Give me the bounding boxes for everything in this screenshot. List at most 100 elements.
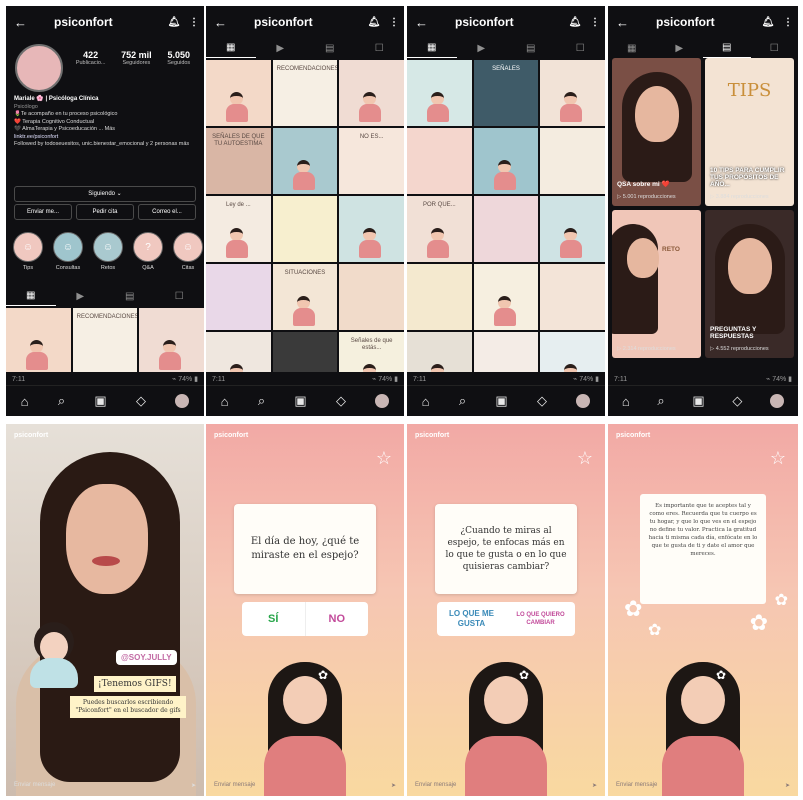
post-tile[interactable] xyxy=(540,60,605,126)
mention-sticker[interactable]: @SOY.JULLY xyxy=(116,650,177,665)
shop-icon[interactable]: ◇ xyxy=(336,393,346,409)
send-icon[interactable]: ➤ xyxy=(191,782,196,789)
reels-icon[interactable]: ▣ xyxy=(692,393,704,409)
post-tile[interactable]: POR QUE... xyxy=(407,196,472,262)
tab-reels-icon[interactable]: ▶ xyxy=(56,291,106,302)
post-tile[interactable]: SEÑALES xyxy=(473,60,539,126)
post-tile[interactable] xyxy=(6,308,71,374)
post-tile[interactable] xyxy=(206,264,271,330)
post-tile[interactable] xyxy=(473,128,539,194)
reels-icon[interactable]: ▣ xyxy=(94,393,106,409)
tab-tagged-icon[interactable]: ☐ xyxy=(751,43,799,54)
stat-posts[interactable]: 422 Publicacio... xyxy=(76,50,106,66)
post-tile[interactable] xyxy=(339,196,404,262)
post-tile[interactable] xyxy=(473,196,539,262)
story-username[interactable]: psiconfort xyxy=(616,432,650,439)
post-tile[interactable]: RECOMENDACIONES xyxy=(272,60,338,126)
stat-following[interactable]: 5.050 Seguidos xyxy=(167,50,190,66)
bell-icon[interactable]: 🔔︎ xyxy=(364,17,384,28)
post-tile[interactable] xyxy=(206,60,271,126)
post-tile[interactable] xyxy=(272,196,338,262)
post-tile[interactable] xyxy=(272,128,338,194)
home-icon[interactable]: ⌂ xyxy=(422,394,430,409)
highlight-qa[interactable]: ? Q&A xyxy=(132,232,164,271)
reply-bar[interactable]: Enviar mensaje ➤ xyxy=(214,778,396,792)
post-tile[interactable] xyxy=(473,264,539,330)
reply-bar[interactable]: Enviar mensaje ➤ xyxy=(616,778,790,792)
following-button[interactable]: Siguiendo ⌄ xyxy=(14,186,196,202)
story-username[interactable]: psiconfort xyxy=(415,432,449,439)
search-icon[interactable]: ⌕ xyxy=(459,393,466,409)
shop-icon[interactable]: ◇ xyxy=(136,393,146,409)
post-tile[interactable] xyxy=(407,264,472,330)
tab-grid-icon[interactable]: ▦ xyxy=(6,286,56,306)
bio-link[interactable]: linktr.ee/psiconfort xyxy=(14,134,58,140)
post-tile[interactable] xyxy=(540,264,605,330)
post-tile[interactable]: SEÑALES DE QUE TU AUTOESTIMA xyxy=(206,128,271,194)
tab-grid-icon[interactable]: ▦ xyxy=(608,43,656,54)
reel-tile[interactable]: TIPS 10 TIPS PARA CUMPLIR TUS PROPÓSITOS… xyxy=(705,58,794,206)
profile-avatar-icon[interactable] xyxy=(375,394,390,408)
more-icon[interactable]: ⋮ xyxy=(184,17,204,28)
message-button[interactable]: Enviar me... xyxy=(14,204,72,220)
tab-reels-icon[interactable]: ▶ xyxy=(656,43,704,54)
email-button[interactable]: Correo el... xyxy=(138,204,196,220)
poll-option-no[interactable]: NO xyxy=(306,602,369,636)
reel-tile[interactable]: PREGUNTAS Y RESPUESTAS ▷ 4.552 reproducc… xyxy=(705,210,794,358)
send-icon[interactable]: ➤ xyxy=(592,782,597,789)
highlight-consultas[interactable]: ☺ Consultas xyxy=(52,232,84,271)
tab-reels-icon[interactable]: ▶ xyxy=(457,43,507,54)
bell-icon[interactable]: 🔔︎ xyxy=(565,17,585,28)
reels-icon[interactable]: ▣ xyxy=(495,393,507,409)
shop-icon[interactable]: ◇ xyxy=(537,393,547,409)
profile-avatar-icon[interactable] xyxy=(175,394,190,408)
home-icon[interactable]: ⌂ xyxy=(622,394,630,409)
post-tile[interactable] xyxy=(540,128,605,194)
reply-bar[interactable]: Enviar mensaje ➤ xyxy=(415,778,597,792)
tab-tagged-icon[interactable]: ☐ xyxy=(556,43,606,54)
post-tile[interactable]: RECOMENDACIONES xyxy=(72,308,138,374)
post-tile[interactable]: NO ES... xyxy=(339,128,404,194)
avatar[interactable] xyxy=(15,44,63,92)
reel-tile[interactable]: RETO ▷ 2.314 reproducciones xyxy=(612,210,701,358)
search-icon[interactable]: ⌕ xyxy=(258,393,265,409)
reply-bar[interactable]: Enviar mensaje ➤ xyxy=(14,778,196,792)
tab-guides-icon[interactable]: ▤ xyxy=(506,43,556,54)
poll-option-like[interactable]: LO QUE ME GUSTA xyxy=(437,602,506,636)
search-icon[interactable]: ⌕ xyxy=(657,393,664,409)
back-arrow-icon[interactable]: ← xyxy=(214,15,234,30)
send-icon[interactable]: ➤ xyxy=(391,782,396,789)
poll-option-change[interactable]: LO QUE QUIERO CAMBIAR xyxy=(506,602,575,636)
bell-icon[interactable]: 🔔︎ xyxy=(164,17,184,28)
back-arrow-icon[interactable]: ← xyxy=(14,15,34,30)
tab-tagged-icon[interactable]: ☐ xyxy=(155,291,205,302)
highlight-retos[interactable]: ☺ Retos xyxy=(92,232,124,271)
more-icon[interactable]: ⋮ xyxy=(585,17,605,28)
post-tile[interactable] xyxy=(540,196,605,262)
tab-guides-icon[interactable]: ▤ xyxy=(105,291,155,302)
tab-grid-icon[interactable]: ▦ xyxy=(407,38,457,58)
tab-guides-icon[interactable]: ▤ xyxy=(703,38,751,58)
profile-avatar-icon[interactable] xyxy=(770,394,785,408)
highlight-tips[interactable]: ☺ Tips xyxy=(12,232,44,271)
story-username[interactable]: psiconfort xyxy=(214,432,248,439)
post-tile[interactable] xyxy=(407,128,472,194)
tab-reels-icon[interactable]: ▶ xyxy=(256,43,306,54)
reel-tile[interactable]: QSA sobre mi ❤️ ▷ 5.001 reproducciones xyxy=(612,58,701,206)
book-button[interactable]: Pedir cita xyxy=(76,204,134,220)
tab-grid-icon[interactable]: ▦ xyxy=(206,38,256,58)
tab-tagged-icon[interactable]: ☐ xyxy=(355,43,405,54)
search-icon[interactable]: ⌕ xyxy=(58,393,65,409)
post-tile[interactable] xyxy=(139,308,204,374)
more-icon[interactable]: ⋮ xyxy=(384,17,404,28)
reels-icon[interactable]: ▣ xyxy=(294,393,306,409)
shop-icon[interactable]: ◇ xyxy=(732,393,742,409)
stat-followers[interactable]: 752 mil Seguidores xyxy=(121,50,152,66)
post-tile[interactable] xyxy=(339,264,404,330)
back-arrow-icon[interactable]: ← xyxy=(616,15,636,30)
post-tile[interactable] xyxy=(339,60,404,126)
post-tile[interactable] xyxy=(407,60,472,126)
home-icon[interactable]: ⌂ xyxy=(21,394,29,409)
profile-avatar-icon[interactable] xyxy=(576,394,591,408)
story-username[interactable]: psiconfort xyxy=(14,432,48,439)
